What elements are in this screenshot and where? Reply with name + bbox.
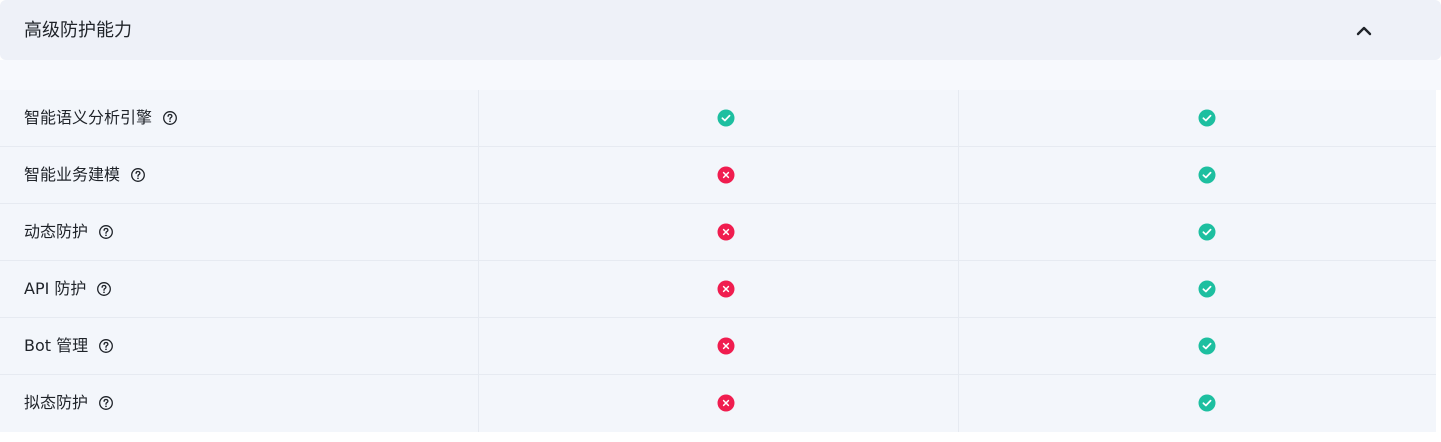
table-row: 动态防护 xyxy=(0,204,1436,261)
table-row: 拟态防护 xyxy=(0,375,1436,432)
check-circle-icon xyxy=(1198,337,1216,355)
x-circle-icon xyxy=(717,394,735,412)
feature-label: 拟态防护 xyxy=(24,393,89,412)
x-circle-icon xyxy=(717,166,735,184)
help-icon[interactable] xyxy=(98,395,114,411)
help-icon[interactable] xyxy=(98,338,114,354)
check-circle-icon xyxy=(1198,109,1216,127)
check-circle-icon xyxy=(1198,280,1216,298)
help-icon[interactable] xyxy=(98,224,114,240)
check-circle-icon xyxy=(1198,166,1216,184)
x-circle-icon xyxy=(717,223,735,241)
x-circle-icon xyxy=(717,280,735,298)
column-divider xyxy=(958,90,959,432)
feature-cell: 智能业务建模 xyxy=(24,147,146,203)
check-circle-icon xyxy=(1198,223,1216,241)
table-row: API 防护 xyxy=(0,261,1436,318)
help-icon[interactable] xyxy=(162,110,178,126)
table-row: 智能业务建模 xyxy=(0,147,1436,204)
chevron-up-icon[interactable] xyxy=(1350,17,1378,45)
column-divider xyxy=(478,90,479,432)
x-circle-icon xyxy=(717,337,735,355)
feature-cell: API 防护 xyxy=(24,261,112,317)
feature-cell: Bot 管理 xyxy=(24,318,114,374)
feature-table: 智能语义分析引擎 智能业务建模 动态防护 API 防护 Bot 管理 拟态防护 xyxy=(0,90,1436,432)
table-row: Bot 管理 xyxy=(0,318,1436,375)
feature-cell: 拟态防护 xyxy=(24,375,114,431)
feature-label: 智能语义分析引擎 xyxy=(24,108,153,127)
feature-label: 动态防护 xyxy=(24,222,89,241)
feature-label: 智能业务建模 xyxy=(24,165,121,184)
section-spacer xyxy=(0,60,1441,90)
check-circle-icon xyxy=(717,109,735,127)
feature-label: Bot 管理 xyxy=(24,336,89,355)
feature-cell: 智能语义分析引擎 xyxy=(24,90,178,146)
help-icon[interactable] xyxy=(96,281,112,297)
section-title: 高级防护能力 xyxy=(24,20,132,41)
feature-cell: 动态防护 xyxy=(24,204,114,260)
feature-label: API 防护 xyxy=(24,279,87,298)
help-icon[interactable] xyxy=(130,167,146,183)
table-row: 智能语义分析引擎 xyxy=(0,90,1436,147)
section-header[interactable]: 高级防护能力 xyxy=(0,0,1441,60)
check-circle-icon xyxy=(1198,394,1216,412)
